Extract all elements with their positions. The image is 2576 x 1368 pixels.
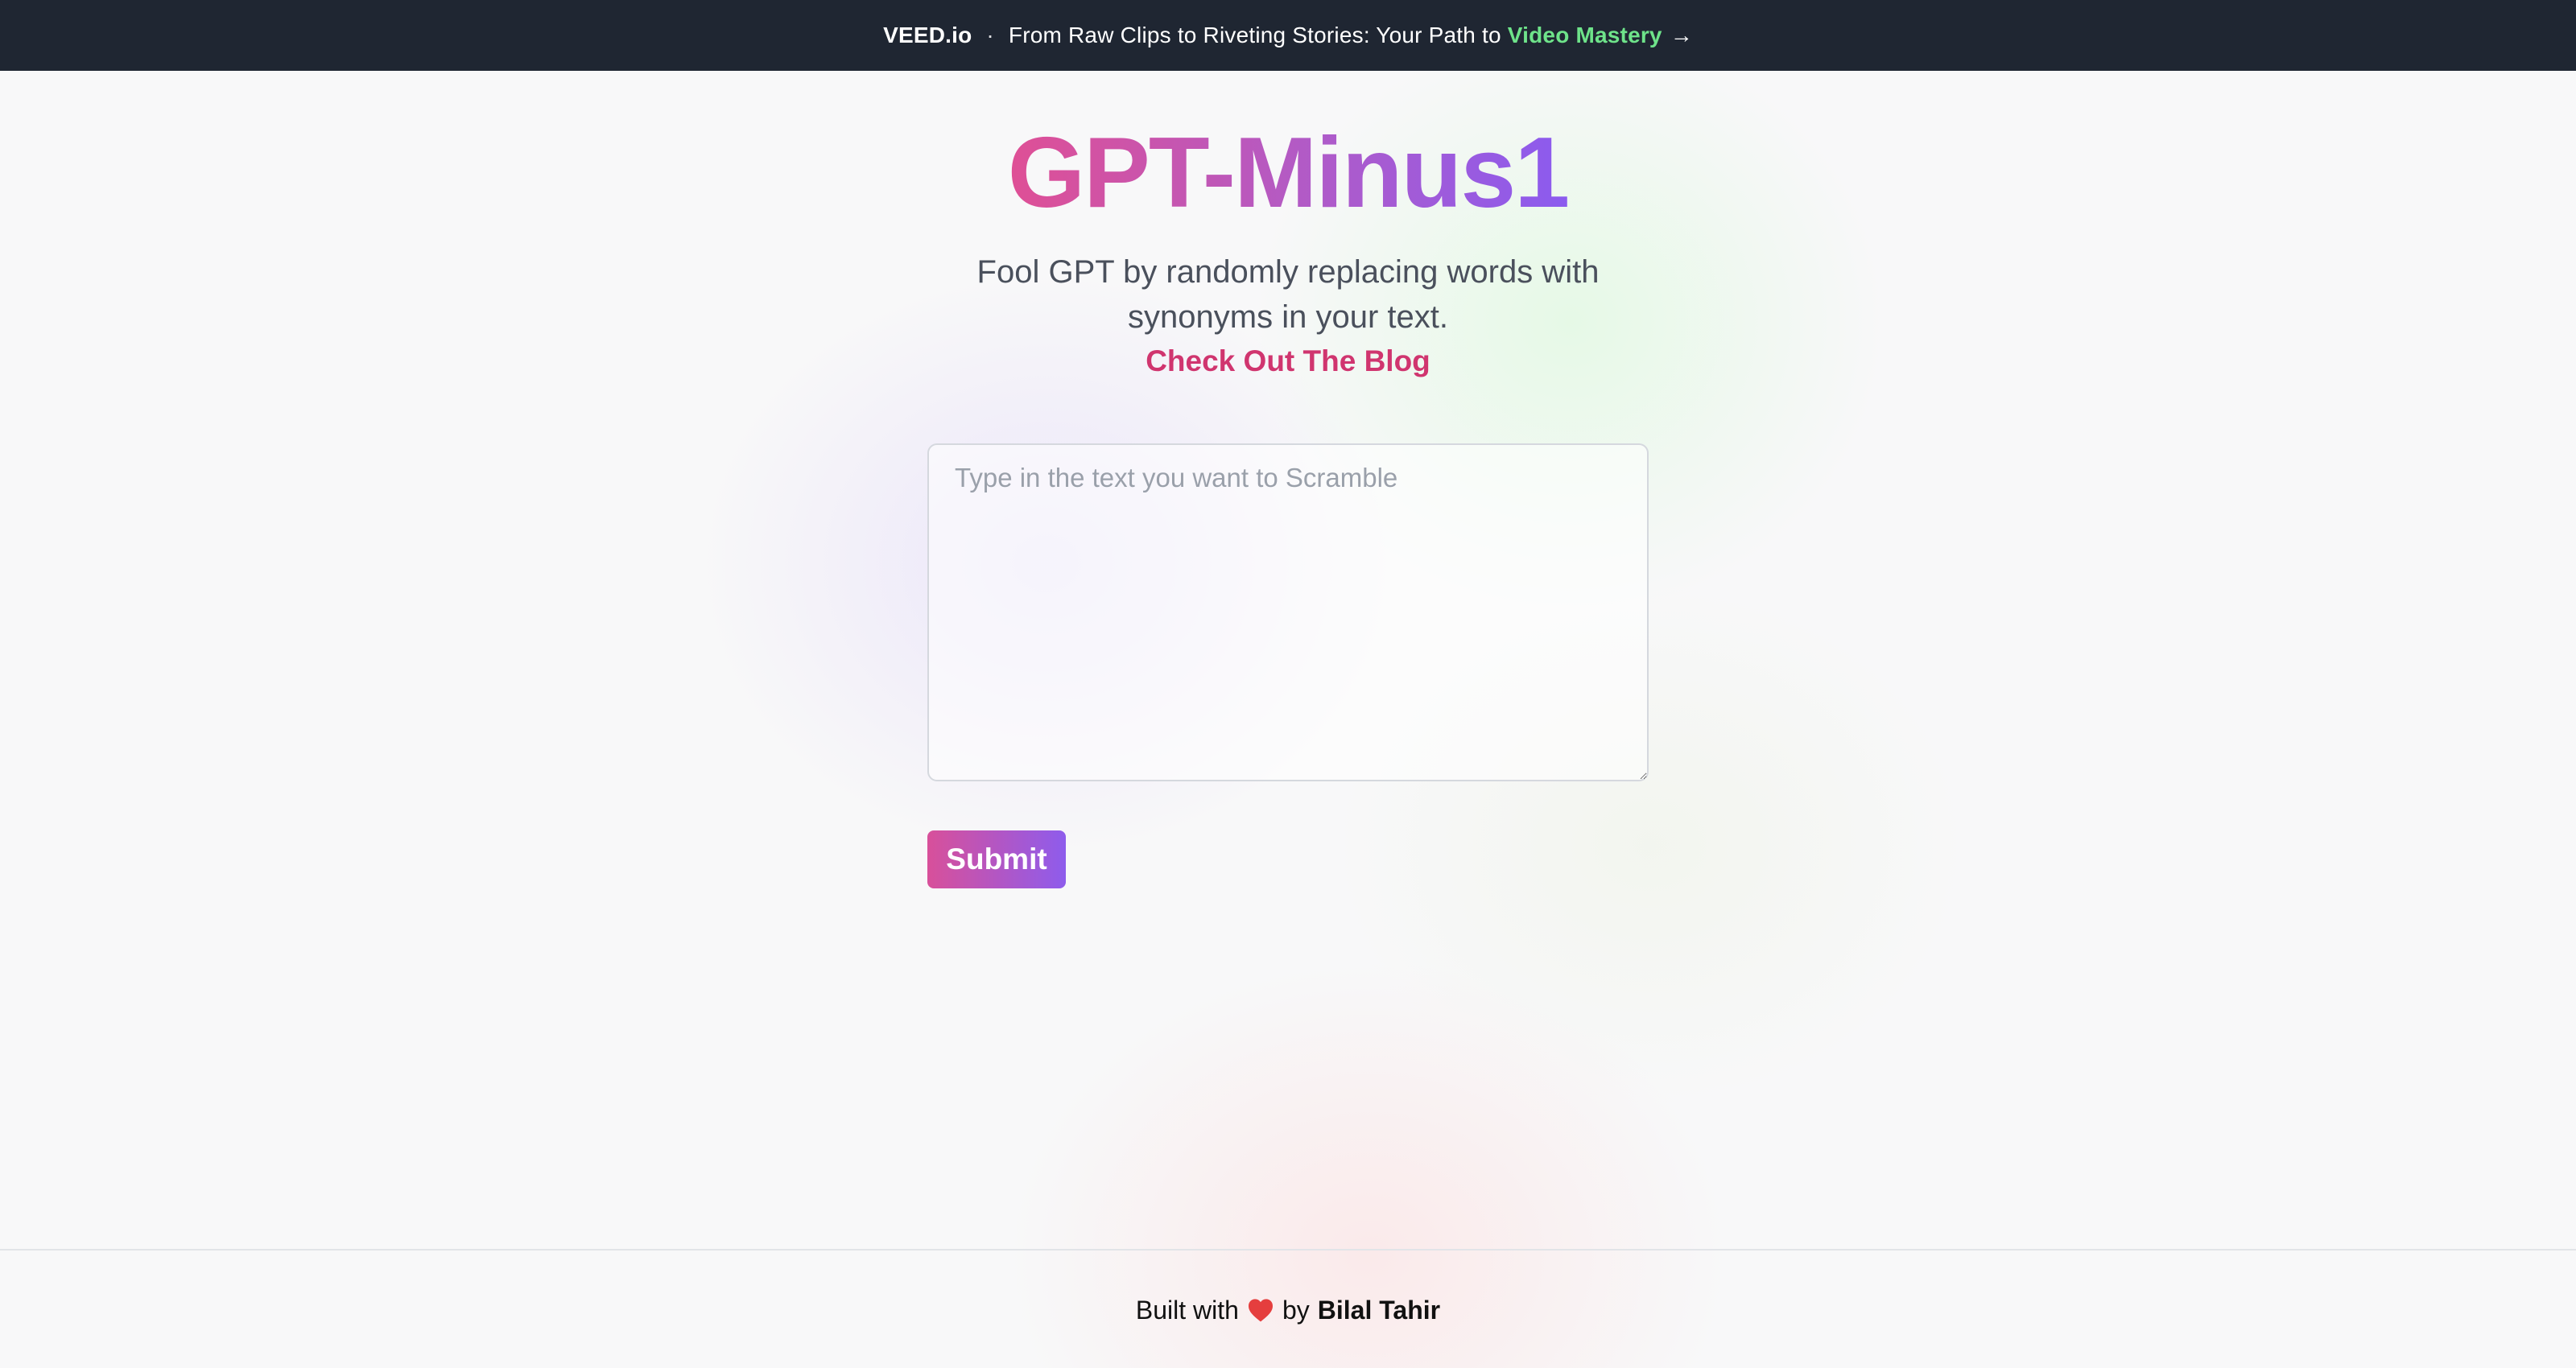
scramble-form: Submit (927, 443, 1649, 888)
author-name: Bilal Tahir (1317, 1295, 1441, 1325)
banner-separator: · (986, 23, 994, 47)
banner-text: From Raw Clips to Riveting Stories: Your… (1008, 23, 1501, 47)
heart-icon (1248, 1299, 1273, 1322)
arrow-right-icon: → (1670, 23, 1693, 47)
submit-button[interactable]: Submit (927, 830, 1066, 888)
promo-banner[interactable]: VEED.io · From Raw Clips to Riveting Sto… (0, 0, 2576, 71)
page-subtitle: Fool GPT by randomly replacing words wit… (976, 254, 1600, 336)
scramble-text-input[interactable] (927, 443, 1649, 781)
page-title: GPT-Minus1 (1007, 117, 1571, 229)
footer-built-with: Built with (1135, 1295, 1239, 1325)
blog-link[interactable]: Check Out The Blog (1146, 344, 1430, 378)
banner-brand: VEED.io (883, 23, 972, 47)
banner-highlight-link[interactable]: Video Mastery (1508, 23, 1662, 48)
hero-section: GPT-Minus1 Fool GPT by randomly replacin… (0, 71, 2576, 378)
footer-by: by (1282, 1295, 1310, 1325)
footer: Built with by Bilal Tahir (0, 1249, 2576, 1368)
